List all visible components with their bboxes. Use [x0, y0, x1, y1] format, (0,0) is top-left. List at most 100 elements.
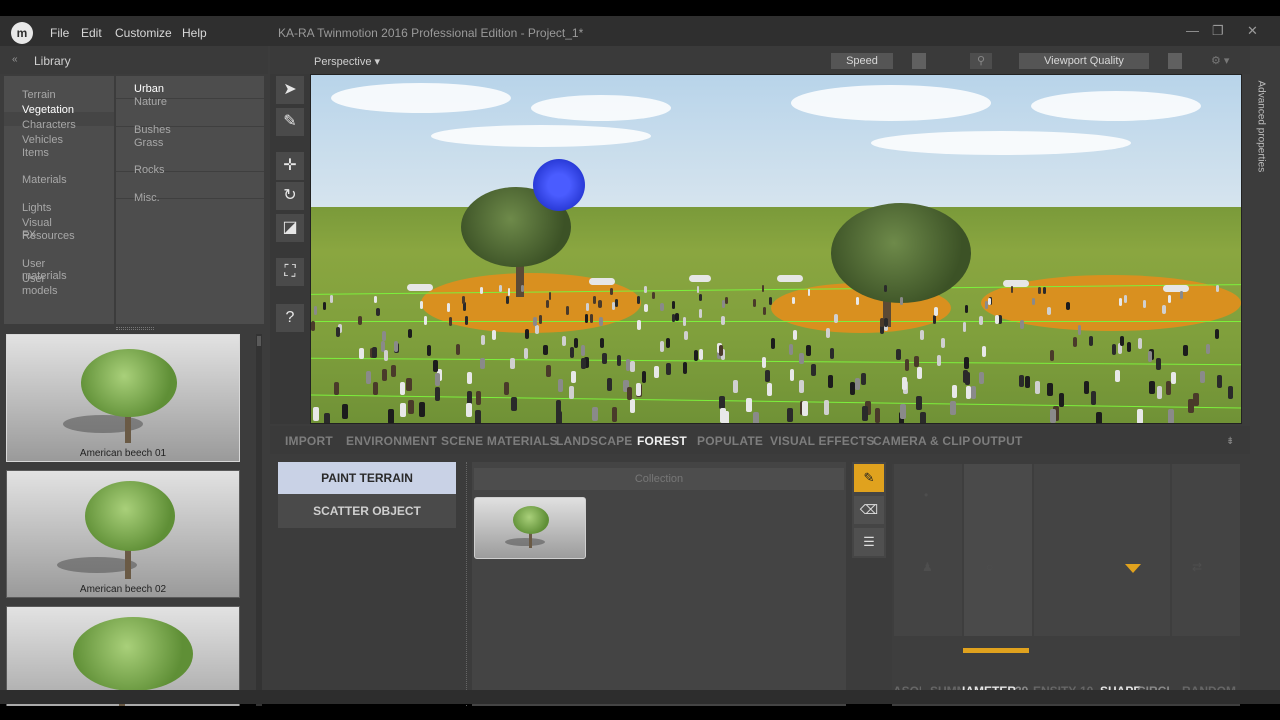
subcategory-grass[interactable]: Grass	[134, 137, 163, 149]
advanced-properties-tab[interactable]: Advanced properties	[1250, 74, 1272, 204]
subcategory-nature[interactable]: Nature	[134, 96, 167, 108]
crowd-person	[720, 316, 725, 326]
crowd-person	[1216, 285, 1219, 293]
panel-resize-handle[interactable]	[116, 327, 154, 330]
rotate-icon[interactable]: ↻	[276, 182, 304, 210]
speed-toggle[interactable]	[912, 53, 926, 69]
menu-edit[interactable]: Edit	[81, 26, 102, 40]
category-materials[interactable]: Materials	[22, 174, 67, 186]
paint-terrain-button[interactable]: PAINT TERRAIN	[278, 462, 456, 494]
fullscreen-icon[interactable]: ⛶	[276, 258, 304, 286]
random-slider[interactable]	[1172, 464, 1240, 636]
crowd-person	[342, 404, 348, 419]
crowd-person	[574, 337, 579, 348]
panel-divider[interactable]	[466, 462, 470, 706]
erase-brush-icon[interactable]: ⌫	[854, 496, 884, 524]
select-arrow-icon[interactable]: ➤	[276, 76, 304, 104]
tab-forest[interactable]: FOREST	[637, 434, 687, 448]
3d-viewport[interactable]	[310, 74, 1242, 424]
crowd-person	[475, 409, 482, 423]
crowd-person	[479, 287, 483, 295]
menu-help[interactable]: Help	[182, 26, 207, 40]
maximize-icon[interactable]: ❐	[1212, 23, 1224, 39]
paint-brush-icon[interactable]: ✎	[854, 464, 884, 492]
crowd-person	[333, 381, 340, 395]
menu-customize[interactable]: Customize	[115, 26, 172, 40]
subcategory-urban[interactable]: Urban	[134, 83, 164, 95]
library-scrollbar[interactable]	[256, 334, 262, 706]
tab-visual-effects[interactable]: VISUAL EFFECTS	[770, 434, 875, 448]
tab-landscape[interactable]: LANDSCAPE	[556, 434, 632, 448]
diameter-slider[interactable]	[964, 464, 1032, 636]
crowd-person	[1058, 393, 1065, 407]
crowd-person	[761, 285, 765, 293]
crowd-person	[855, 377, 861, 391]
crowd-person	[919, 330, 924, 341]
crowd-person	[626, 387, 632, 401]
category-lights[interactable]: Lights	[22, 202, 51, 214]
walk-mode-icon[interactable]: ⚲	[970, 53, 992, 69]
crowd-person	[979, 372, 985, 385]
crowd-person	[829, 347, 835, 359]
settings-gear-icon[interactable]: ⚙ ▾	[1211, 54, 1229, 67]
crowd-person	[311, 321, 315, 331]
list-settings-icon[interactable]: ☰	[854, 528, 884, 556]
tab-populate[interactable]: POPULATE	[697, 434, 763, 448]
scatter-object-button[interactable]: SCATTER OBJECT	[278, 496, 456, 526]
pin-icon[interactable]: ⇟	[1226, 436, 1234, 447]
category-user-models[interactable]: User models	[22, 273, 57, 297]
category-items[interactable]: Items	[22, 147, 49, 159]
tab-camera-clip[interactable]: CAMERA & CLIP	[873, 434, 971, 448]
crowd-person	[629, 398, 636, 413]
crowd-person	[546, 364, 552, 377]
subcategory-misc[interactable]: Misc.	[134, 192, 160, 204]
crowd-person	[374, 295, 378, 304]
viewport-quality-button[interactable]: Viewport Quality	[1019, 53, 1149, 69]
crowd-person	[521, 285, 525, 293]
perspective-dropdown[interactable]: Perspective ▾	[314, 55, 380, 68]
crowd-person	[979, 315, 983, 325]
tab-environment[interactable]: ENVIRONMENT	[346, 434, 437, 448]
close-icon[interactable]: ✕	[1247, 23, 1258, 39]
crowd-person	[753, 411, 759, 423]
crowd-person	[916, 366, 922, 379]
help-icon[interactable]: ?	[276, 304, 304, 332]
crowd-person	[635, 382, 641, 396]
crowd-person	[1088, 335, 1093, 346]
collapse-arrow-icon[interactable]: «	[12, 54, 18, 65]
collection-item[interactable]	[474, 497, 586, 559]
crowd-person	[545, 300, 549, 309]
category-vehicles[interactable]: Vehicles	[22, 134, 63, 146]
minimize-icon[interactable]: —	[1186, 23, 1199, 38]
crowd-person	[637, 320, 641, 330]
category-vegetation[interactable]: Vegetation	[22, 104, 74, 116]
category-terrain[interactable]: Terrain	[22, 89, 56, 101]
crowd-person	[555, 410, 562, 423]
category-resources[interactable]: Resources	[22, 230, 75, 242]
library-item[interactable]: American beech 02	[6, 470, 240, 598]
crowd-person	[1038, 287, 1042, 295]
library-item[interactable]: American beech 01	[6, 334, 240, 462]
eyedropper-icon[interactable]: ✎	[276, 108, 304, 136]
crowd-person	[962, 370, 968, 383]
quality-toggle[interactable]	[1168, 53, 1182, 69]
speed-button[interactable]: Speed	[831, 53, 893, 69]
tab-scene-materials[interactable]: SCENE MATERIALS	[441, 434, 558, 448]
crowd-person	[902, 376, 908, 390]
tab-import[interactable]: IMPORT	[285, 434, 333, 448]
menu-file[interactable]: File	[50, 26, 69, 40]
subcategory-bushes[interactable]: Bushes	[134, 124, 171, 136]
crowd-person	[419, 300, 423, 309]
crowd-person	[630, 360, 635, 373]
move-icon[interactable]: ✛	[276, 152, 304, 180]
crowd-person	[768, 296, 772, 305]
library-header: « Library	[0, 46, 268, 74]
crowd-person	[1137, 408, 1144, 423]
category-characters[interactable]: Characters	[22, 119, 76, 131]
density-slider[interactable]	[1034, 464, 1102, 636]
shape-slider[interactable]	[1102, 464, 1170, 636]
subcategory-rocks[interactable]: Rocks	[134, 164, 165, 176]
scale-icon[interactable]: ◪	[276, 214, 304, 242]
bottom-bar	[0, 690, 1280, 704]
tab-output[interactable]: OUTPUT	[972, 434, 1023, 448]
